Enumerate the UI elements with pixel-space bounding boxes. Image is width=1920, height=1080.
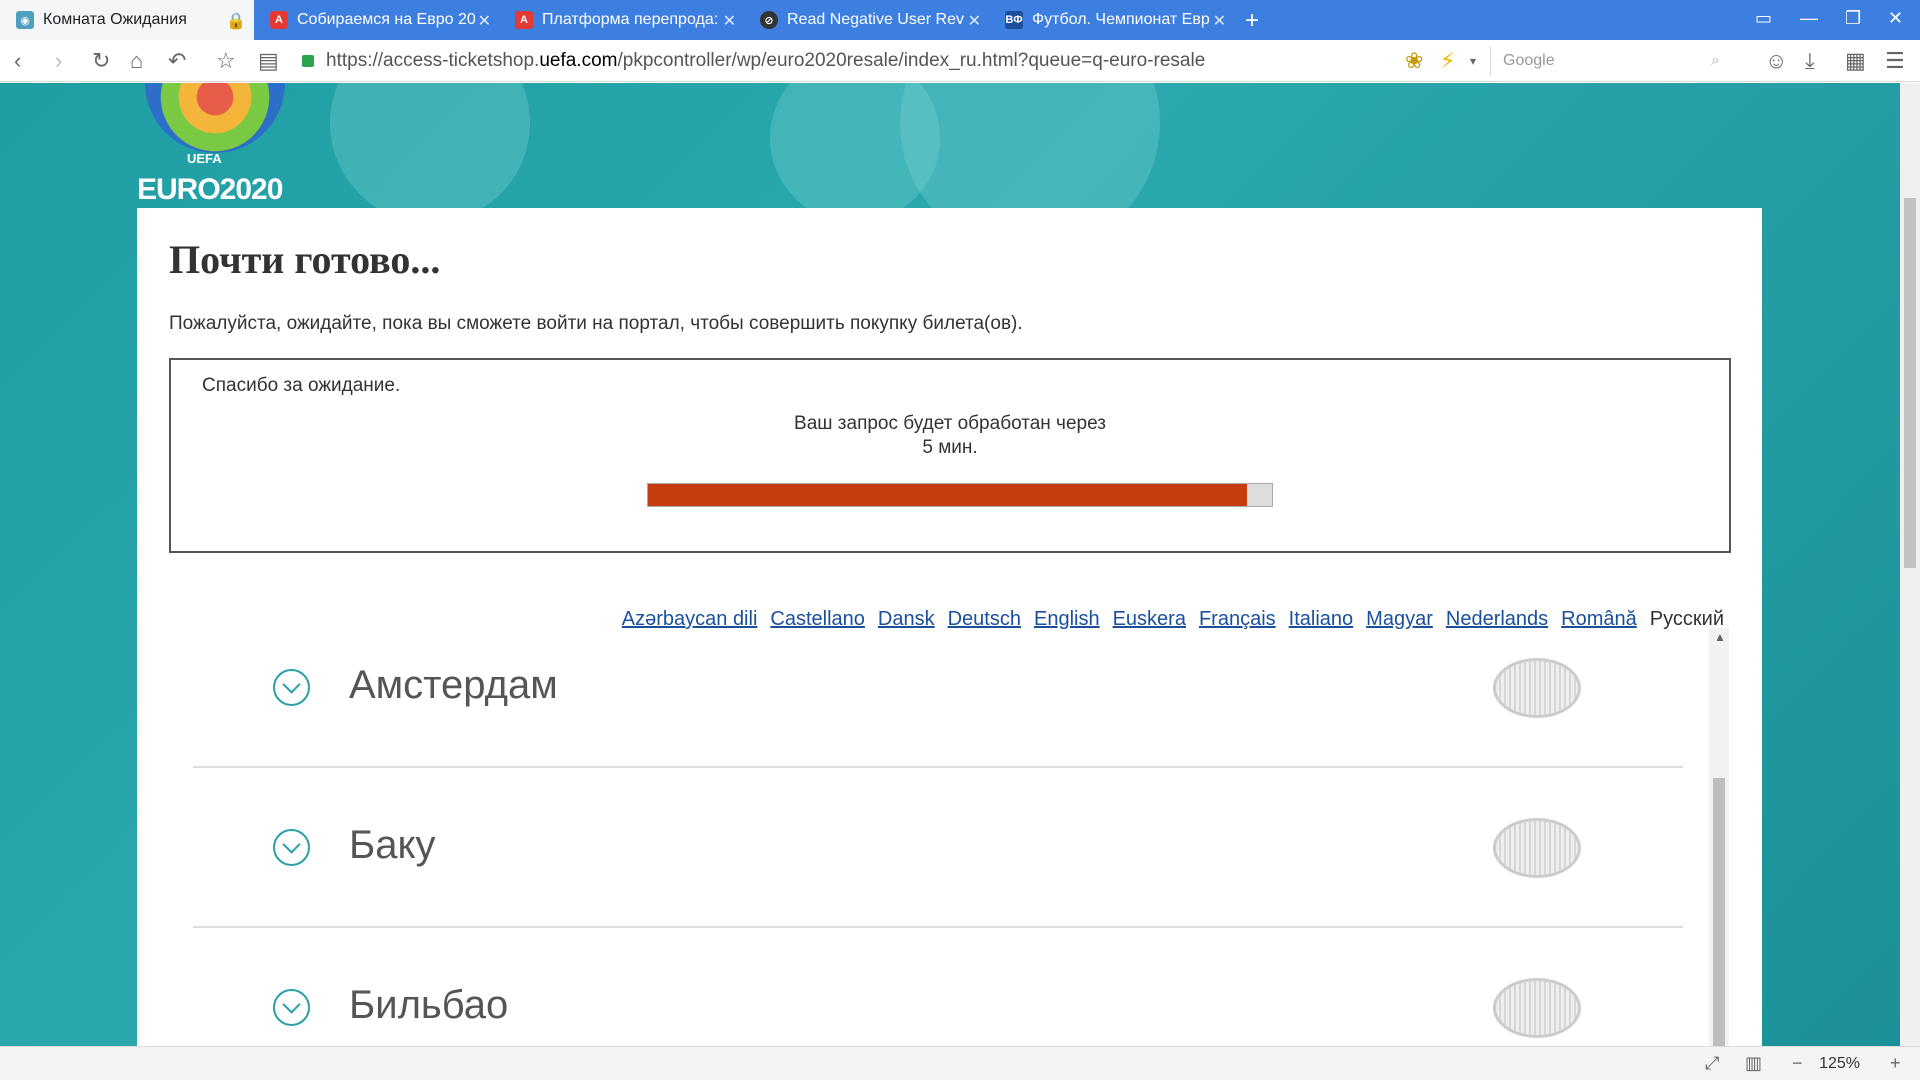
tab-euro-gathering[interactable]: A Собираемся на Евро 20 ✕ [254, 0, 499, 40]
undo-icon[interactable]: ↶ [168, 48, 186, 74]
waiting-room-card: Почти готово... Пожалуйста, ожидайте, по… [137, 208, 1762, 1046]
close-icon[interactable]: ✕ [968, 11, 981, 31]
reload-icon[interactable]: ↻ [92, 48, 110, 74]
reader-icon[interactable]: ▤ [258, 48, 279, 74]
restore-icon[interactable]: ❐ [1845, 8, 1861, 29]
back-icon[interactable]: ‹ [14, 48, 21, 74]
tab-football-championship[interactable]: BФ Футбол. Чемпионат Евр ✕ [989, 0, 1234, 40]
stadium-icon [1493, 978, 1581, 1038]
ball-icon: ⊘ [760, 11, 778, 29]
url-text: https://access-ticketshop.uefa.com/pkpco… [326, 50, 1206, 71]
tab-bar: ◉ Комната Ожидания 🔒 A Собираемся на Евр… [0, 0, 1920, 40]
zoom-level: 125% [1819, 1055, 1860, 1072]
close-icon[interactable]: ✕ [1213, 11, 1226, 31]
decor-circle [330, 83, 530, 223]
city-row-baku[interactable]: Баку [193, 768, 1683, 928]
chevron-down-icon[interactable] [273, 989, 310, 1026]
chevron-down-icon[interactable] [273, 669, 310, 706]
apps-icon[interactable]: ▦ [1845, 48, 1866, 74]
page-scrollbar[interactable] [1900, 83, 1920, 1046]
instructions-text: Пожалуйста, ожидайте, пока вы сможете во… [169, 313, 1023, 334]
stadium-icon [1493, 818, 1581, 878]
wait-time-message: Ваш запрос будет обработан через 5 мин. [794, 413, 1106, 458]
scroll-up-icon[interactable]: ▲ [1714, 630, 1726, 644]
euro2020-logo[interactable]: UEFA EURO2020 [135, 83, 300, 206]
forward-icon[interactable]: › [55, 48, 62, 74]
star-icon[interactable]: ☆ [216, 48, 236, 74]
close-window-icon[interactable]: ✕ [1888, 8, 1903, 29]
download-icon[interactable]: ⤓ [1805, 48, 1815, 74]
page-viewport: UEFA EURO2020 Почти готово... Пожалуйста… [0, 83, 1920, 1046]
extension-icon[interactable]: ❀ [1405, 48, 1423, 74]
url-field[interactable]: https://access-ticketshop.uefa.com/pkpco… [302, 46, 1372, 76]
a-icon: A [515, 11, 533, 29]
trophy-graphic [145, 83, 285, 153]
minimize-icon[interactable]: — [1800, 8, 1818, 29]
secure-lock-icon [302, 55, 314, 67]
city-row-bilbao[interactable]: Бильбао [193, 928, 1683, 1046]
city-row-amsterdam[interactable]: Амстердам [193, 628, 1683, 768]
scrollbar-thumb[interactable] [1713, 778, 1725, 1046]
queue-status-box: Спасибо за ожидание. Ваш запрос будет об… [169, 358, 1731, 553]
close-icon[interactable]: ✕ [478, 11, 491, 31]
search-icon: ⌕ [1711, 52, 1720, 69]
lightning-icon[interactable]: ⚡ [1440, 48, 1455, 74]
stadium-icon [1493, 658, 1581, 718]
lock-icon: 🔒 [226, 13, 246, 30]
search-input[interactable]: Google ⌕ [1490, 46, 1730, 76]
chevron-down-icon[interactable] [273, 829, 310, 866]
progress-fill [648, 484, 1248, 506]
address-bar-row: ‹ › ↻ ⌂ ↶ ☆ ▤ https://access-ticketshop.… [0, 40, 1920, 82]
tab-negative-reviews[interactable]: ⊘ Read Negative User Rev ✕ [744, 0, 989, 40]
page-title: Почти готово... [169, 237, 441, 282]
city-list: Амстердам Баку Бильбао ▲ [137, 628, 1729, 1046]
thanks-text: Спасибо за ожидание. [202, 375, 401, 396]
chevron-down-icon[interactable]: ▾ [1470, 54, 1476, 68]
a-icon: A [270, 11, 288, 29]
tab-waiting-room[interactable]: ◉ Комната Ожидания 🔒 [0, 0, 254, 40]
queue-progress-bar [647, 483, 1273, 507]
zoom-in-icon[interactable]: + [1890, 1053, 1901, 1074]
home-icon[interactable]: ⌂ [130, 48, 143, 74]
menu-icon[interactable]: ☰ [1885, 48, 1905, 74]
uefa-icon: ◉ [16, 11, 34, 29]
status-bar: ⤢ ▥ − 125% + [0, 1046, 1920, 1080]
sidebar-toggle-icon[interactable]: ▭ [1755, 8, 1772, 29]
new-tab-icon[interactable]: + [1245, 7, 1259, 35]
split-view-icon[interactable]: ▥ [1745, 1053, 1762, 1074]
scrollbar-thumb[interactable] [1904, 198, 1916, 568]
chat-icon[interactable]: ☺ [1765, 48, 1787, 74]
fullscreen-icon[interactable]: ⤢ [1705, 1053, 1719, 1074]
zoom-out-icon[interactable]: − [1792, 1053, 1803, 1074]
city-list-scrollbar[interactable]: ▲ [1709, 628, 1729, 1046]
tab-resale-platform[interactable]: A Платформа перепрода: ✕ [499, 0, 744, 40]
bf-icon: BФ [1005, 11, 1023, 29]
close-icon[interactable]: ✕ [723, 11, 736, 31]
